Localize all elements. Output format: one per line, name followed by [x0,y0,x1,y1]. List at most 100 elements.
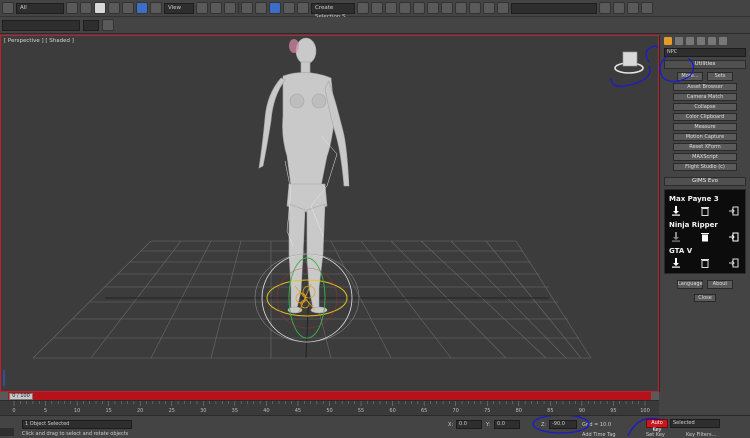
utility-button[interactable]: Reset XForm [673,143,737,151]
modeling-ribbon-field[interactable] [2,19,80,31]
trash-icon[interactable] [700,232,710,242]
mirror-icon[interactable] [357,2,369,14]
next-frame-icon[interactable] [651,392,659,400]
x-coordinate-field[interactable]: 0.0 [456,420,482,429]
percent-snap-icon[interactable] [269,2,281,14]
curve-editor-icon[interactable] [413,2,425,14]
add-time-tag-button[interactable]: Add Time Tag [582,432,616,438]
import-download-icon[interactable] [671,258,681,268]
toolbar-extra-icon[interactable] [599,2,611,14]
perspective-viewport[interactable]: [ Perspective ] [ Shaded ] [0,35,659,392]
prompt-line: Click and drag to select and rotate obje… [22,431,129,437]
window-crossing-icon[interactable] [108,2,120,14]
named-selection-sets-dropdown[interactable]: Create Selection S [311,2,355,20]
select-manipulate-icon[interactable] [210,2,222,14]
ruler-tick-label: 10 [74,408,80,414]
create-tab-icon[interactable] [675,37,683,45]
spinner-snap-icon[interactable] [283,2,295,14]
export-icon[interactable] [729,258,739,268]
select-scale-icon[interactable] [150,2,162,14]
separator [238,2,239,14]
game-block-gta-v: GTA V [669,247,741,271]
utility-button[interactable]: Flight Studio (c) [673,163,737,171]
workspace-dropdown[interactable] [511,2,597,14]
render-production-icon[interactable] [483,2,495,14]
snaps-toggle-icon[interactable] [241,2,253,14]
ribbon-option-icon[interactable] [102,19,114,31]
game-block-ninja-ripper: Ninja Ripper [669,221,741,245]
display-tab-icon[interactable] [719,37,727,45]
schematic-view-icon[interactable] [427,2,439,14]
z-coordinate-field[interactable]: -90.0 [549,420,577,429]
import-download-icon[interactable] [671,232,681,242]
toolbar-extra-icon-4[interactable] [641,2,653,14]
command-panel: NPC Utilities More... Sets Asset Browser… [659,35,750,392]
rendered-frame-window-icon[interactable] [469,2,481,14]
trash-icon[interactable] [700,258,710,268]
select-rotate-icon[interactable] [136,2,148,14]
viewcube[interactable] [614,51,644,74]
toolbar-extra-icon-2[interactable] [613,2,625,14]
timeline-ruler[interactable]: 0 5 10 15 20 25 30 35 40 45 50 55 60 65 70 75 80 85 90 95 10… [0,400,659,415]
game-name-label: Max Payne 3 [669,195,719,203]
align-icon[interactable] [371,2,383,14]
select-by-name-icon[interactable] [80,2,92,14]
utility-button[interactable]: Collapse [673,103,737,111]
language-button[interactable]: Language [677,280,703,289]
ruler-tick-label: 75 [484,408,490,414]
select-object-icon[interactable] [66,2,78,14]
prev-frame-icon[interactable] [0,392,8,400]
y-coordinate-field[interactable]: 0.0 [494,420,520,429]
hierarchy-tab-icon[interactable] [697,37,705,45]
key-filters-button[interactable]: Key Filters... [686,432,716,438]
gims-rollout-title[interactable]: GIMS Evo [664,177,746,186]
close-button[interactable]: Close [694,294,716,302]
export-icon[interactable] [729,232,739,242]
material-editor-icon[interactable] [441,2,453,14]
select-move-icon[interactable] [122,2,134,14]
utilities-rollout-title[interactable]: Utilities [664,60,746,69]
time-slider-track[interactable] [0,392,659,400]
utility-button[interactable]: Color Clipboard [673,113,737,121]
modeling-ribbon-mode[interactable] [83,19,99,31]
render-setup-icon[interactable] [455,2,467,14]
utility-button[interactable]: Measure [673,123,737,131]
utility-button[interactable]: Asset Browser [673,83,737,91]
undo-icon[interactable] [2,2,14,14]
keyboard-shortcut-icon[interactable] [224,2,236,14]
rectangular-selection-icon[interactable] [94,2,106,14]
trash-icon[interactable] [700,206,710,216]
command-panel-tabs [660,35,750,47]
utilities-tab-icon[interactable] [664,37,672,45]
layer-manager-icon[interactable] [385,2,397,14]
ruler-ticks: 0 5 10 15 20 25 30 35 40 45 50 55 60 65 70 75 80 85 90 95 10… [12,401,650,414]
ruler-tick-label: 70 [453,408,459,414]
z-label: Z: [541,422,547,428]
about-button[interactable]: About [707,280,733,289]
modify-tab-icon[interactable] [686,37,694,45]
graphite-ribbon-icon[interactable] [399,2,411,14]
sets-button[interactable]: Sets [707,72,733,81]
edit-named-selection-icon[interactable] [297,2,309,14]
import-download-icon[interactable] [671,206,681,216]
pivot-center-icon[interactable] [196,2,208,14]
export-icon[interactable] [729,206,739,216]
auto-key-button[interactable]: Auto Key [646,419,668,433]
render-teapot-icon[interactable] [497,2,509,14]
y-label: Y: [486,422,491,428]
more-button[interactable]: More... [677,72,703,81]
time-slider-handle[interactable]: 0 / 100 [9,393,33,400]
utility-button[interactable]: MAXScript [673,153,737,161]
ruler-tick-label: 35 [232,408,238,414]
key-mode-dropdown[interactable]: Selected [670,419,720,428]
command-search-field[interactable]: NPC [664,48,746,57]
utility-button[interactable]: Camera Match [673,93,737,101]
reference-coordinate-dropdown[interactable]: View [164,2,194,14]
utility-button[interactable]: Motion Capture [673,133,737,141]
ruler-tick-label: 80 [516,408,522,414]
angle-snap-icon[interactable] [255,2,267,14]
motion-tab-icon[interactable] [708,37,716,45]
toolbar-extra-icon-3[interactable] [627,2,639,14]
ruler-tick-label: 55 [358,408,364,414]
selection-filter-dropdown[interactable]: All [16,2,64,14]
